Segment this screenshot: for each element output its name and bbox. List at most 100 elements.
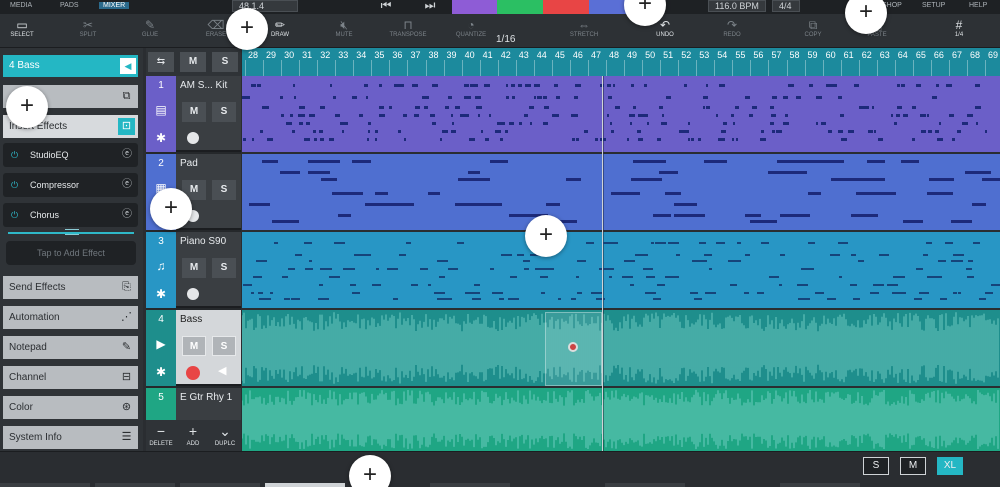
midi-note[interactable] xyxy=(253,276,262,278)
power-icon[interactable]: ⏻ xyxy=(11,203,18,227)
mute-button[interactable]: M xyxy=(182,258,206,278)
midi-note[interactable] xyxy=(979,298,986,300)
midi-note[interactable] xyxy=(962,122,968,125)
power-icon[interactable]: ⏻ xyxy=(11,143,18,167)
midi-note[interactable] xyxy=(863,106,869,109)
timeline-ruler[interactable]: 28 29 30 31 32 33 34 35 36 37 38 39 40 41 42 43 44 45 46 47… xyxy=(242,48,1000,76)
midi-note[interactable] xyxy=(293,84,295,87)
solo-button[interactable]: S xyxy=(212,258,236,278)
midi-note[interactable] xyxy=(728,260,738,262)
midi-note[interactable] xyxy=(897,292,906,294)
channel-row[interactable]: Channel ⊟ xyxy=(3,366,138,389)
midi-note[interactable] xyxy=(434,292,445,294)
midi-note[interactable] xyxy=(300,114,305,117)
midi-note[interactable] xyxy=(335,114,340,117)
midi-note[interactable] xyxy=(490,268,494,270)
midi-note[interactable] xyxy=(821,122,826,125)
midi-note[interactable] xyxy=(779,284,782,286)
midi-note[interactable] xyxy=(305,268,313,270)
midi-note[interactable] xyxy=(920,292,929,294)
midi-note[interactable] xyxy=(439,276,445,278)
midi-note[interactable] xyxy=(524,114,528,117)
midi-note[interactable] xyxy=(816,122,818,125)
midi-note[interactable] xyxy=(309,260,312,262)
stretch-tool[interactable]: ⇔ STRETCH xyxy=(562,18,606,38)
midi-note[interactable] xyxy=(607,84,611,87)
midi-note[interactable] xyxy=(646,276,655,278)
midi-note[interactable] xyxy=(338,214,351,217)
send-effects-row[interactable]: Send Effects ⎘ xyxy=(3,276,138,299)
midi-note[interactable] xyxy=(691,138,694,141)
effect-slot[interactable]: ⏻ Chorus ⓔ xyxy=(3,203,138,227)
midi-note[interactable] xyxy=(916,84,921,87)
solo-button[interactable]: S xyxy=(212,102,236,122)
midi-note[interactable] xyxy=(976,122,978,125)
midi-note[interactable] xyxy=(806,298,810,300)
midi-note[interactable] xyxy=(853,298,860,300)
midi-note[interactable] xyxy=(320,268,331,270)
midi-note[interactable] xyxy=(912,106,916,109)
midi-note[interactable] xyxy=(738,260,741,262)
midi-note[interactable] xyxy=(920,114,926,117)
record-arm-button[interactable] xyxy=(187,288,199,300)
midi-note[interactable] xyxy=(320,106,325,109)
midi-note[interactable] xyxy=(393,298,398,300)
effect-slot[interactable]: ⏻ StudioEQ ⓔ xyxy=(3,143,138,167)
view-size-xl[interactable]: XL xyxy=(937,457,963,475)
midi-note[interactable] xyxy=(928,130,932,133)
midi-note[interactable] xyxy=(772,96,777,99)
midi-note[interactable] xyxy=(387,268,398,270)
midi-note[interactable] xyxy=(694,298,700,300)
midi-note[interactable] xyxy=(958,292,961,294)
midi-note[interactable] xyxy=(543,122,548,125)
midi-note[interactable] xyxy=(630,284,634,286)
panel-tab[interactable] xyxy=(265,483,345,487)
record-arm-button[interactable] xyxy=(186,366,200,380)
midi-note[interactable] xyxy=(256,203,270,206)
midi-note[interactable] xyxy=(267,138,273,141)
midi-note[interactable] xyxy=(699,260,707,262)
midi-note[interactable] xyxy=(631,84,634,87)
playhead[interactable] xyxy=(602,76,603,451)
midi-note[interactable] xyxy=(640,138,643,141)
midi-note[interactable] xyxy=(801,268,810,270)
midi-note[interactable] xyxy=(935,130,939,133)
midi-note[interactable] xyxy=(912,138,915,141)
record-arm-button[interactable] xyxy=(187,132,199,144)
midi-note[interactable] xyxy=(272,220,299,223)
midi-note[interactable] xyxy=(659,106,663,109)
midi-note[interactable] xyxy=(508,298,519,300)
midi-note[interactable] xyxy=(596,298,605,300)
midi-note[interactable] xyxy=(457,242,464,244)
midi-note[interactable] xyxy=(368,122,371,125)
midi-note[interactable] xyxy=(985,130,987,133)
midi-note[interactable] xyxy=(261,298,271,300)
split-tool[interactable]: ✂ SPLIT xyxy=(66,18,110,38)
midi-note[interactable] xyxy=(858,260,864,262)
midi-note[interactable] xyxy=(966,268,972,270)
midi-note[interactable] xyxy=(472,298,481,300)
track-4[interactable]: 4 ▶ ✱ Bass M S ◀ xyxy=(146,310,241,386)
midi-note[interactable] xyxy=(737,242,741,244)
midi-note[interactable] xyxy=(921,130,926,133)
midi-note[interactable] xyxy=(364,84,368,87)
midi-note[interactable] xyxy=(868,130,873,133)
midi-note[interactable] xyxy=(674,214,705,217)
midi-note[interactable] xyxy=(586,242,594,244)
midi-note[interactable] xyxy=(870,292,879,294)
midi-note[interactable] xyxy=(613,84,615,87)
midi-note[interactable] xyxy=(901,84,905,87)
midi-note[interactable] xyxy=(676,254,680,256)
midi-note[interactable] xyxy=(854,84,859,87)
midi-note[interactable] xyxy=(469,138,475,141)
midi-note[interactable] xyxy=(584,130,588,133)
midi-note[interactable] xyxy=(610,122,612,125)
midi-note[interactable] xyxy=(615,106,620,109)
midi-note[interactable] xyxy=(932,96,937,99)
instrument-icon[interactable]: ✱ xyxy=(146,124,176,152)
midi-note[interactable] xyxy=(524,268,529,270)
midi-note[interactable] xyxy=(260,130,263,133)
tempo-display[interactable]: 116.0 BPM xyxy=(708,0,766,12)
midi-note[interactable] xyxy=(294,96,296,99)
midi-note[interactable] xyxy=(451,130,456,133)
